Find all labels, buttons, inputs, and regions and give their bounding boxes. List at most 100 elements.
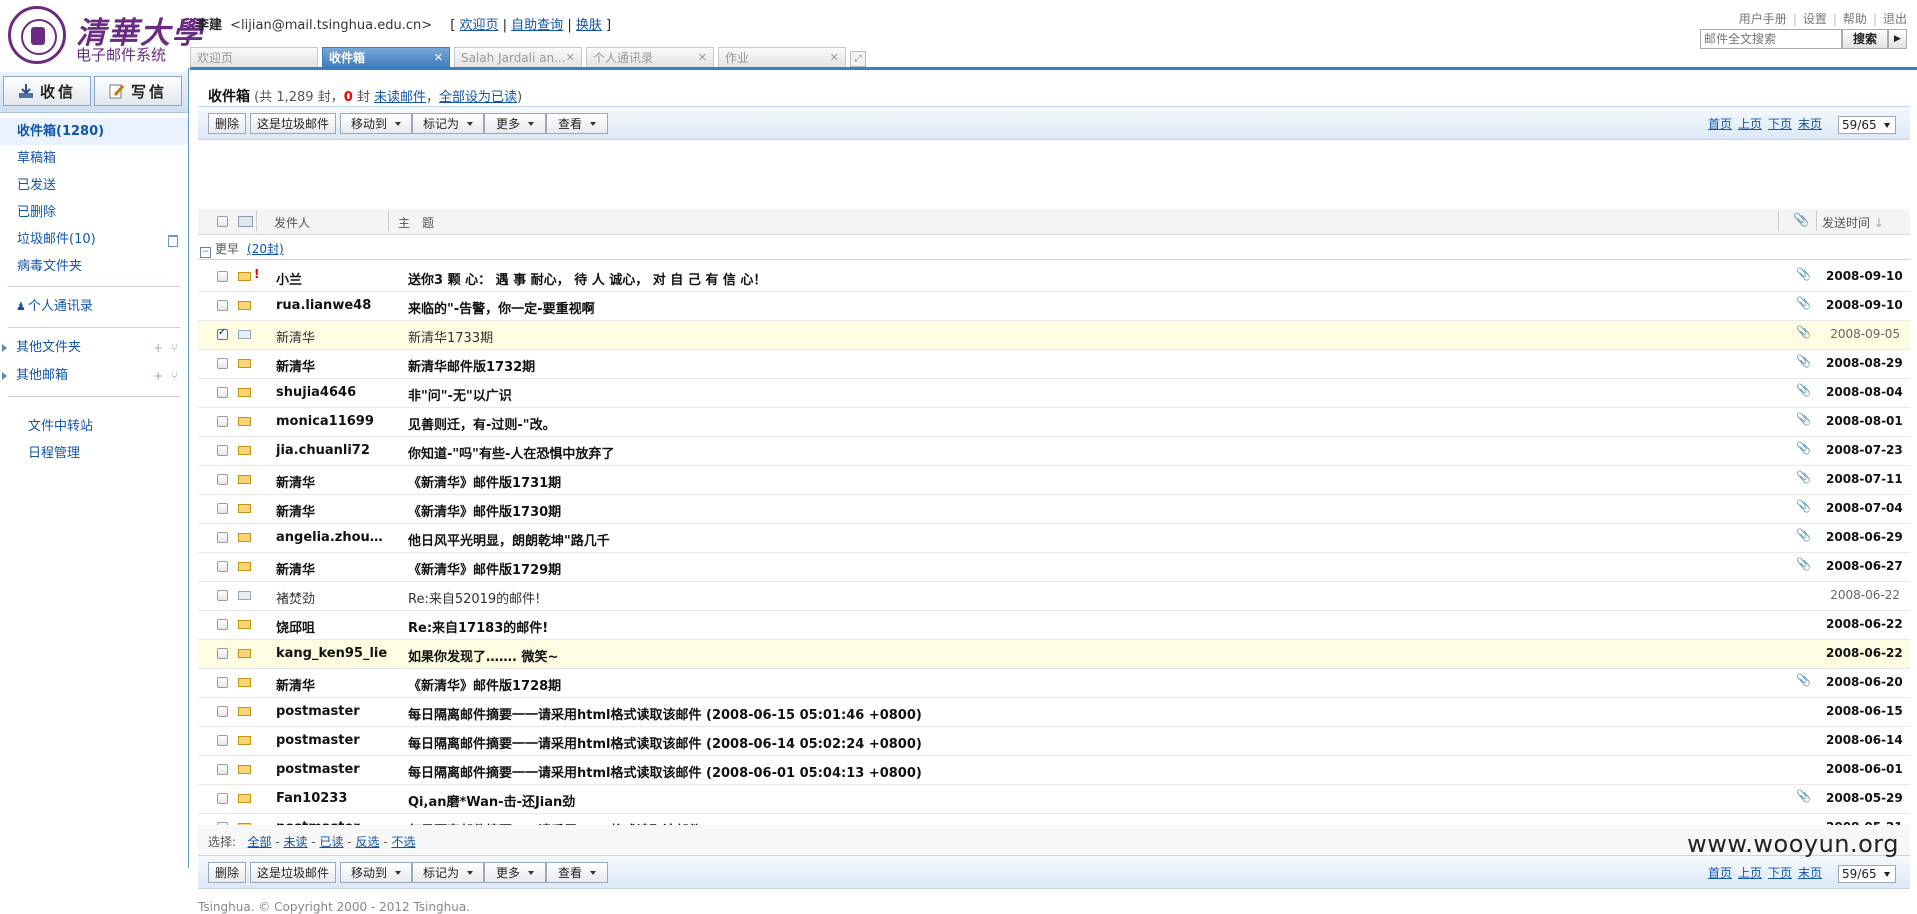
expand-arrow-icon[interactable] xyxy=(2,372,7,380)
email-sender[interactable]: postmaster xyxy=(276,733,391,748)
row-checkbox[interactable] xyxy=(217,735,228,746)
row-checkbox[interactable] xyxy=(217,503,228,514)
email-sender[interactable]: postmaster xyxy=(276,762,391,777)
email-row[interactable]: 新清华新清华1733期 📎 2008-09-05 xyxy=(198,321,1910,350)
close-icon[interactable]: ✕ xyxy=(566,48,575,68)
email-subject[interactable]: 你知道-"吗"有些-人在恐惧中放弃了 xyxy=(408,443,1588,462)
tab-expand-icon[interactable]: ⤢ xyxy=(850,51,866,67)
row-checkbox[interactable] xyxy=(217,532,228,543)
sidebar-item-other-folders[interactable]: 其他文件夹 + ⑂ xyxy=(0,334,188,362)
add-icon[interactable]: + ⑂ xyxy=(153,362,178,390)
expand-arrow-icon[interactable] xyxy=(2,344,7,352)
add-icon[interactable]: + ⑂ xyxy=(153,334,178,362)
sidebar-item-other-mailboxes[interactable]: 其他邮箱 + ⑂ xyxy=(0,362,188,390)
row-checkbox[interactable] xyxy=(217,648,228,659)
email-sender[interactable]: jia.chuanli72 xyxy=(276,443,391,458)
email-sender[interactable]: rua.lianwe48 xyxy=(276,298,391,313)
select-read-link[interactable]: 已读 xyxy=(319,835,343,849)
welcome-link[interactable]: 欢迎页 xyxy=(460,18,499,33)
email-subject[interactable]: 《新清华》邮件版1731期 xyxy=(408,472,1588,491)
email-subject[interactable]: Re:来自17183的邮件! xyxy=(408,617,1588,636)
help-link[interactable]: 帮助 xyxy=(1843,12,1867,26)
view-button[interactable]: 查看 xyxy=(546,862,608,883)
row-checkbox[interactable] xyxy=(217,300,228,311)
email-row[interactable]: 褚焚劲 Re:来自52019的邮件! 2008-06-22 xyxy=(198,582,1910,611)
write-button[interactable]: 写信 xyxy=(94,76,182,106)
email-subject[interactable]: 来临的"-告警，你一定-要重视啊 xyxy=(408,298,1588,317)
row-checkbox[interactable] xyxy=(217,358,228,369)
row-checkbox[interactable] xyxy=(217,619,228,630)
email-subject[interactable]: 送你3 颗 心： 遇 事 耐心， 待 人 诚心， 对 自 己 有 信 心！ xyxy=(408,269,1588,288)
next-page-link[interactable]: 下页 xyxy=(1768,866,1792,880)
subject-column-header[interactable]: 主 题 xyxy=(398,214,434,231)
email-row[interactable]: kang_ken95_lie 如果你发现了……. 微笑~ 2008-06-22 xyxy=(198,640,1910,669)
user-manual-link[interactable]: 用户手册 xyxy=(1739,12,1787,26)
move-to-button[interactable]: 移动到 xyxy=(340,862,412,883)
more-button[interactable]: 更多 xyxy=(484,113,546,134)
tab-homework[interactable]: 作业 ✕ xyxy=(718,47,846,67)
email-row[interactable]: angelia.zhou10... 他日风平光明显，朗朗乾坤"路几千 📎 2008-0… xyxy=(198,524,1910,553)
folder-deleted[interactable]: 已删除 xyxy=(0,199,188,226)
prev-page-link[interactable]: 上页 xyxy=(1738,117,1762,131)
row-checkbox[interactable] xyxy=(217,387,228,398)
email-subject[interactable]: 如果你发现了……. 微笑~ xyxy=(408,646,1588,665)
email-subject[interactable]: 新清华1733期 xyxy=(408,327,1588,346)
email-row[interactable]: postmaster 每日隔离邮件摘要一一请采用html格式读取该邮件 (2008… xyxy=(198,727,1910,756)
spam-button[interactable]: 这是垃圾邮件 xyxy=(250,113,336,134)
first-page-link[interactable]: 首页 xyxy=(1708,866,1732,880)
email-row[interactable]: shujia4646 非"问"-无"以广识 📎 2008-08-04 xyxy=(198,379,1910,408)
row-checkbox[interactable] xyxy=(217,271,228,282)
email-sender[interactable]: 新清华 xyxy=(276,559,391,578)
email-row[interactable]: postmaster 每日隔离邮件摘要一一请采用html格式读取该邮件 (2008… xyxy=(198,756,1910,785)
email-row[interactable]: postmaster 每日隔离邮件摘要一一请采用html格式读取该邮件 (2008… xyxy=(198,698,1910,727)
delete-button[interactable]: 删除 xyxy=(208,113,246,134)
email-sender[interactable]: 新清华 xyxy=(276,327,391,346)
page-select[interactable]: 59/65 xyxy=(1838,864,1896,883)
email-row[interactable]: 新清华 新清华邮件版1732期 📎 2008-08-29 xyxy=(198,350,1910,379)
select-none-link[interactable]: 不选 xyxy=(391,835,415,849)
sender-column-header[interactable]: 发件人 xyxy=(274,214,310,231)
email-row[interactable]: ! 小兰 送你3 颗 心： 遇 事 耐心， 待 人 诚心， 对 自 己 有 信 心！… xyxy=(198,263,1910,292)
email-sender[interactable]: shujia4646 xyxy=(276,385,391,400)
email-sender[interactable]: 新清华 xyxy=(276,472,391,491)
email-sender[interactable]: postmaster xyxy=(276,704,391,719)
close-icon[interactable]: ✕ xyxy=(698,48,707,68)
email-subject[interactable]: 新清华邮件版1732期 xyxy=(408,356,1588,375)
group-count-link[interactable]: (20封) xyxy=(247,242,284,256)
delete-button[interactable]: 删除 xyxy=(208,862,246,883)
folder-spam[interactable]: 垃圾邮件(10) xyxy=(0,226,188,253)
row-checkbox[interactable] xyxy=(217,561,228,572)
row-checkbox[interactable] xyxy=(217,677,228,688)
search-button[interactable]: 搜索 xyxy=(1842,29,1888,49)
next-page-link[interactable]: 下页 xyxy=(1768,117,1792,131)
view-button[interactable]: 查看 xyxy=(546,113,608,134)
close-icon[interactable]: ✕ xyxy=(434,48,443,68)
row-checkbox[interactable] xyxy=(217,416,228,427)
row-checkbox[interactable] xyxy=(217,327,228,340)
folder-inbox[interactable]: 收件箱(1280) xyxy=(0,118,188,145)
prev-page-link[interactable]: 上页 xyxy=(1738,866,1762,880)
search-options-icon[interactable]: ▶ xyxy=(1888,29,1907,49)
unread-mail-link[interactable]: 未读邮件 xyxy=(374,90,426,105)
email-sender[interactable]: 新清华 xyxy=(276,501,391,520)
email-row[interactable]: 新清华 《新清华》邮件版1728期 📎 2008-06-20 xyxy=(198,669,1910,698)
sidebar-item-calendar[interactable]: 日程管理 xyxy=(0,440,188,467)
email-row[interactable]: 新清华 《新清华》邮件版1730期 📎 2008-07-04 xyxy=(198,495,1910,524)
select-unread-link[interactable]: 未读 xyxy=(283,835,307,849)
select-all-checkbox[interactable] xyxy=(217,216,228,227)
search-input[interactable] xyxy=(1700,29,1842,49)
email-row[interactable]: rua.lianwe48 来临的"-告警，你一定-要重视啊 📎 2008-09-10 xyxy=(198,292,1910,321)
email-row[interactable]: jia.chuanli72 你知道-"吗"有些-人在恐惧中放弃了 📎 2008-07-… xyxy=(198,437,1910,466)
settings-link[interactable]: 设置 xyxy=(1803,12,1827,26)
email-sender[interactable]: kang_ken95_lie xyxy=(276,646,391,661)
email-row[interactable]: 新清华 《新清华》邮件版1731期 📎 2008-07-11 xyxy=(198,466,1910,495)
email-row[interactable]: Fan10233 Qi,an磨*Wan-击-还Jian劲 📎 2008-05-29 xyxy=(198,785,1910,814)
email-subject[interactable]: 他日风平光明显，朗朗乾坤"路几千 xyxy=(408,530,1588,549)
tab-mail[interactable]: Salah Jardali an... ✕ xyxy=(454,47,582,67)
move-to-button[interactable]: 移动到 xyxy=(340,113,412,134)
email-subject[interactable]: Re:来自52019的邮件! xyxy=(408,588,1588,607)
email-subject[interactable]: 每日隔离邮件摘要一一请采用html格式读取该邮件 (2008-06-01 05:… xyxy=(408,762,1588,781)
tab-welcome[interactable]: 欢迎页 xyxy=(190,47,318,67)
email-sender[interactable]: 小兰 xyxy=(276,269,391,288)
sidebar-item-file-transfer[interactable]: 文件中转站 xyxy=(0,413,188,440)
